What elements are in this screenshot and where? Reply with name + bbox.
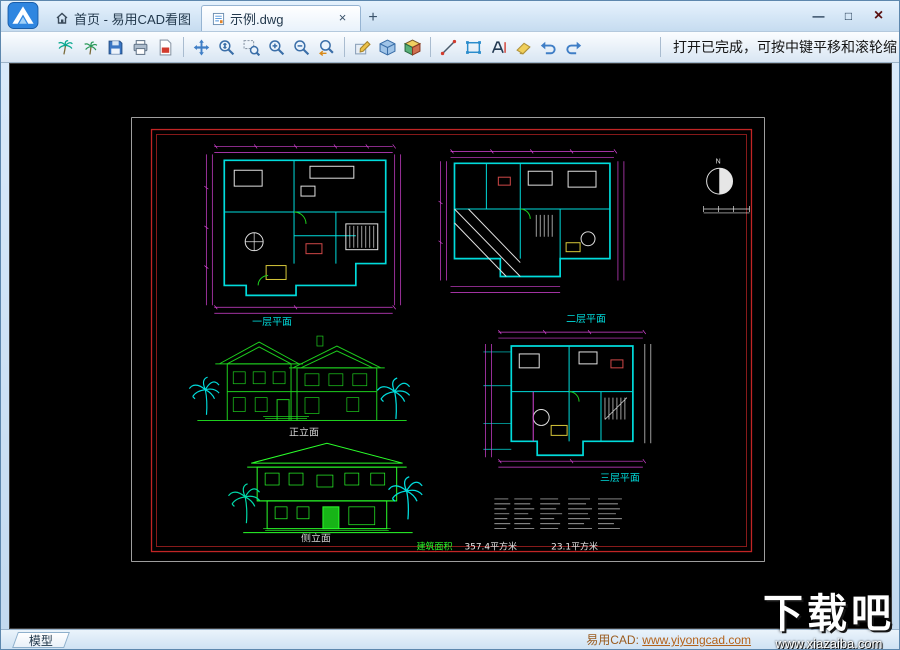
dwg-drawing: N 建筑面积 357.4平方米 23.1平方米 一层平面 二层平面 三层平面 正… [131, 117, 765, 562]
palm-tree-left [188, 376, 220, 416]
minimize-button[interactable]: — [805, 6, 832, 26]
zoom-previous-icon [319, 39, 334, 56]
print-button[interactable] [128, 35, 153, 60]
measure-area-icon [466, 40, 481, 54]
palm-tree-button[interactable] [53, 35, 78, 60]
zoom-realtime-icon [219, 39, 235, 55]
pan-button[interactable] [189, 35, 214, 60]
zoom-out-icon [294, 39, 310, 55]
eraser-button[interactable] [511, 35, 536, 60]
zoom-in-icon [269, 39, 285, 55]
elevation-front [188, 335, 411, 421]
status-bar: 模型 易用CAD: www.yiyongcad.com [1, 629, 899, 649]
maximize-button[interactable]: □ [835, 6, 862, 26]
sheet-border [131, 117, 765, 562]
caption-area1: 357.4平方米 [464, 541, 517, 553]
floor-plan-1 [204, 144, 402, 314]
palm-tree-right [387, 476, 423, 521]
zoom-realtime-button[interactable] [214, 35, 239, 60]
redo-icon [566, 41, 582, 54]
pdf-export-icon [159, 39, 172, 55]
palm-tree-small-button[interactable] [78, 35, 103, 60]
model-tab-label: 模型 [29, 633, 54, 647]
annotate-icon [355, 40, 371, 54]
caption-area2: 23.1平方米 [551, 541, 598, 553]
drawing-frame-outer [150, 128, 753, 553]
caption-label: 建筑面积 [417, 541, 453, 553]
palm-tree-small-icon [84, 41, 98, 54]
save-icon [108, 40, 123, 54]
elevation-side [227, 442, 423, 534]
label-plan-2: 二层平面 [566, 313, 606, 325]
app-logo-icon [7, 2, 39, 29]
new-tab-button[interactable]: + [361, 7, 385, 29]
toolbar-separator [430, 37, 431, 57]
undo-button[interactable] [536, 35, 561, 60]
undo-icon [540, 41, 556, 54]
annotate-button[interactable] [350, 35, 375, 60]
zoom-window-button[interactable] [239, 35, 264, 60]
tab-close-button[interactable]: × [335, 11, 350, 26]
floor-plan-3 [483, 329, 652, 468]
palm-tree-icon [58, 39, 73, 55]
floor-plan-2 [438, 149, 625, 293]
pan-icon [193, 39, 210, 55]
tab-document[interactable]: 示例.dwg × [201, 5, 362, 31]
label-plan-3: 三层平面 [600, 472, 640, 484]
zoom-out-button[interactable] [289, 35, 314, 60]
zoom-in-button[interactable] [264, 35, 289, 60]
measure-length-button[interactable] [436, 35, 461, 60]
redo-button[interactable] [561, 35, 586, 60]
toolbar: 打开已完成，可按中键平移和滚轮缩 [1, 31, 899, 63]
label-elevation-front: 正立面 [289, 425, 319, 438]
north-arrow: N [706, 158, 734, 195]
app-window: 首页 - 易用CAD看图 示例.dwg × + — □ × 打开已完成，可按中键… [0, 0, 900, 650]
cube-3d-color-button[interactable] [400, 35, 425, 60]
promo-label: 易用CAD: [586, 633, 639, 647]
tab-home[interactable]: 首页 - 易用CAD看图 [45, 5, 201, 31]
drawing-canvas[interactable]: N 建筑面积 357.4平方米 23.1平方米 一层平面 二层平面 三层平面 正… [9, 63, 892, 629]
measure-length-icon [440, 39, 457, 55]
printer-icon [133, 39, 148, 55]
text-annotation-icon [491, 40, 506, 53]
palm-tree-left [227, 483, 261, 524]
window-controls: — □ × [805, 6, 892, 26]
cube-3d-button[interactable] [375, 35, 400, 60]
tab-document-label: 示例.dwg [230, 12, 284, 27]
cube-3d-color-icon [404, 38, 421, 56]
palm-tree-right [376, 377, 411, 420]
close-button[interactable]: × [865, 6, 892, 26]
tab-home-label: 首页 - 易用CAD看图 [74, 11, 192, 27]
toolbar-status-text: 打开已完成，可按中键平移和滚轮缩 [673, 39, 897, 55]
scale-bar [703, 205, 750, 214]
label-elevation-side: 侧立面 [301, 532, 331, 545]
label-plan-1: 一层平面 [252, 316, 292, 328]
home-icon [56, 12, 68, 24]
toolbar-separator [344, 37, 345, 57]
pdf-export-button[interactable] [153, 35, 178, 60]
cube-3d-icon [379, 38, 396, 56]
toolbar-separator [183, 37, 184, 57]
promo-link[interactable]: www.yiyongcad.com [642, 633, 751, 647]
dwg-file-icon [212, 12, 225, 25]
north-label: N [716, 158, 721, 165]
area-table [494, 498, 622, 530]
toolbar-separator [660, 37, 661, 57]
zoom-previous-button[interactable] [314, 35, 339, 60]
save-button[interactable] [103, 35, 128, 60]
zoom-window-icon [243, 39, 260, 56]
eraser-icon [516, 42, 531, 55]
promo-text: 易用CAD: www.yiyongcad.com [586, 631, 751, 648]
text-annotation-button[interactable] [486, 35, 511, 60]
title-bar: 首页 - 易用CAD看图 示例.dwg × + — □ × [1, 1, 899, 31]
measure-area-button[interactable] [461, 35, 486, 60]
model-tab[interactable]: 模型 [12, 631, 70, 648]
